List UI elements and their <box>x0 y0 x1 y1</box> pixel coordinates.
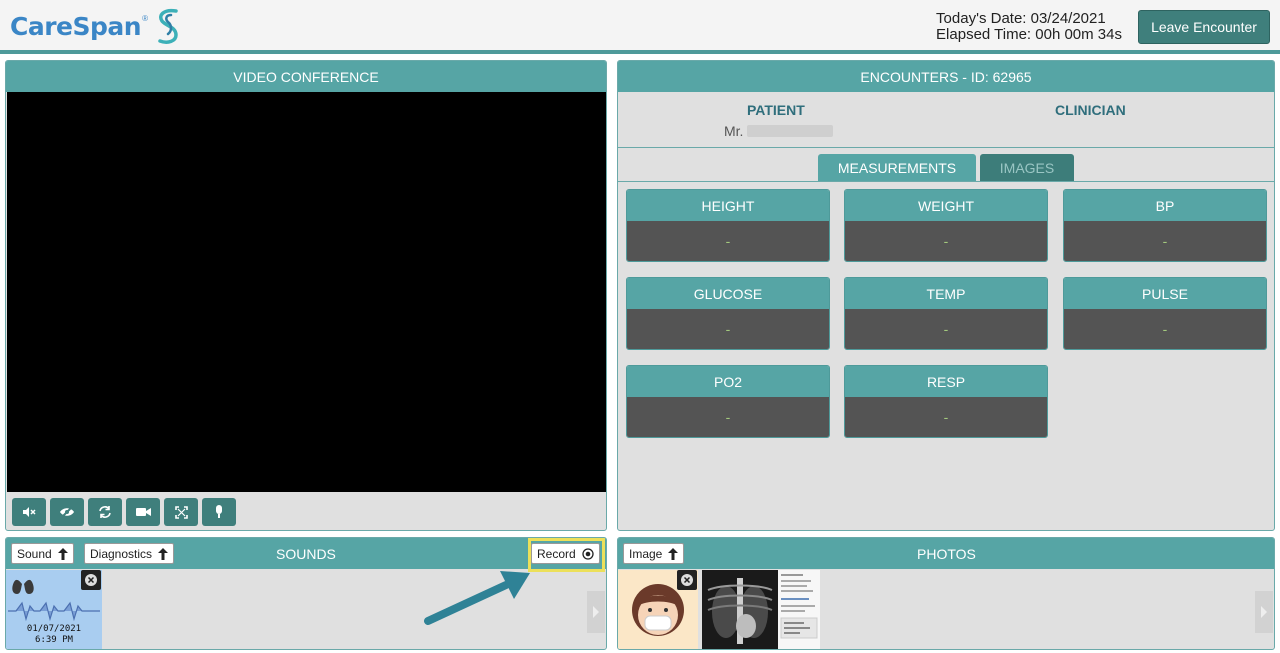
delete-photo-button[interactable] <box>677 570 697 590</box>
video-controls <box>12 498 236 526</box>
leave-encounter-button[interactable]: Leave Encounter <box>1138 10 1270 44</box>
elapsed-time: Elapsed Time: 00h 00m 34s <box>936 26 1122 43</box>
photos-header: Image PHOTOS <box>618 538 1274 569</box>
sounds-scroll-right[interactable] <box>587 591 605 633</box>
encounter-tabs: MEASUREMENTS IMAGES <box>818 154 1074 181</box>
measurement-card-temp: TEMP - <box>844 277 1048 350</box>
sound-button-label: Sound <box>17 546 52 561</box>
measurement-label: PO2 <box>627 366 829 397</box>
video-feed[interactable] <box>7 92 606 492</box>
switch-camera-button[interactable] <box>88 498 122 526</box>
close-icon <box>681 574 693 586</box>
photos-panel: Image PHOTOS <box>617 537 1275 650</box>
waveform-icon <box>8 601 100 622</box>
measurement-card-glucose: GLUCOSE - <box>626 277 830 350</box>
measurement-value: - <box>845 397 1047 437</box>
chevron-right-icon <box>593 606 599 618</box>
hide-video-icon <box>60 506 74 518</box>
patient-prefix: Mr. <box>724 123 744 139</box>
carespan-logo: CareSpan ® <box>10 6 182 46</box>
patient-label: PATIENT <box>747 102 805 118</box>
measurement-value: - <box>627 397 829 437</box>
encounter-panel-title: ENCOUNTERS - ID: 62965 <box>618 61 1274 92</box>
patient-name: Mr. <box>724 123 834 139</box>
logo-trademark: ® <box>142 13 148 23</box>
sound-thumbnail[interactable]: 01/07/2021 6:39 PM <box>6 570 102 649</box>
date-time-block: Today's Date: 03/24/2021 Elapsed Time: 0… <box>936 11 1122 43</box>
photo-thumbnail-xray[interactable] <box>702 570 818 649</box>
measurement-card-weight: WEIGHT - <box>844 189 1048 262</box>
measurement-value: - <box>627 221 829 261</box>
diagnostics-button-label: Diagnostics <box>90 546 153 561</box>
measurement-value: - <box>845 309 1047 349</box>
camera-button[interactable] <box>126 498 160 526</box>
measurement-card-bp: BP - <box>1063 189 1267 262</box>
logo-text: CareSpan <box>10 11 142 41</box>
app-header: CareSpan ® Today's Date: 03/24/2021 Elap… <box>0 0 1280 50</box>
image-upload-button[interactable]: Image <box>623 543 685 564</box>
upload-arrow-icon <box>668 547 679 560</box>
mute-button[interactable] <box>12 498 46 526</box>
encounters-panel: ENCOUNTERS - ID: 62965 PATIENT CLINICIAN… <box>617 60 1275 531</box>
upload-arrow-icon <box>158 547 169 560</box>
mic-icon <box>216 505 222 518</box>
photo-thumbnail-avatar[interactable] <box>618 570 698 649</box>
patient-clinician-row <box>618 92 1274 148</box>
measurement-label: WEIGHT <box>845 190 1047 221</box>
tab-measurements[interactable]: MEASUREMENTS <box>818 154 976 181</box>
photo-thumbnail-document[interactable] <box>778 570 820 649</box>
video-panel-title: VIDEO CONFERENCE <box>6 61 606 92</box>
mic-button[interactable] <box>202 498 236 526</box>
photos-title: PHOTOS <box>917 546 976 562</box>
measurement-value: - <box>627 309 829 349</box>
measurement-label: BP <box>1064 190 1266 221</box>
hide-video-button[interactable] <box>50 498 84 526</box>
measurement-card-pulse: PULSE - <box>1063 277 1267 350</box>
clinician-label: CLINICIAN <box>1055 102 1126 118</box>
diagnostics-upload-button[interactable]: Diagnostics <box>84 543 175 564</box>
document-image <box>778 570 820 649</box>
tab-images[interactable]: IMAGES <box>980 154 1074 181</box>
image-button-label: Image <box>629 546 663 561</box>
carespan-s-icon <box>158 8 178 44</box>
todays-date: Today's Date: 03/24/2021 <box>936 10 1106 27</box>
chevron-right-icon <box>1261 606 1267 618</box>
close-icon <box>85 574 97 586</box>
fullscreen-button[interactable] <box>164 498 198 526</box>
chest-xray-image <box>702 570 778 649</box>
measurement-label: RESP <box>845 366 1047 397</box>
sound-upload-button[interactable]: Sound <box>11 543 74 564</box>
measurement-value: - <box>1064 309 1266 349</box>
measurement-label: GLUCOSE <box>627 278 829 309</box>
measurement-card-resp: RESP - <box>844 365 1048 438</box>
sound-timestamp: 01/07/2021 6:39 PM <box>24 624 84 646</box>
redacted-patient-name <box>747 125 834 137</box>
sounds-title: SOUNDS <box>276 546 336 562</box>
tab-divider <box>618 181 1274 182</box>
video-conference-panel: VIDEO CONFERENCE <box>5 60 607 531</box>
fullscreen-icon <box>174 505 188 519</box>
upload-arrow-icon <box>57 547 68 560</box>
header-divider <box>0 50 1280 54</box>
switch-camera-icon <box>99 506 111 518</box>
mute-icon <box>23 507 36 517</box>
measurement-card-po2: PO2 - <box>626 365 830 438</box>
measurement-label: TEMP <box>845 278 1047 309</box>
photos-scroll-right[interactable] <box>1255 591 1273 633</box>
delete-sound-button[interactable] <box>81 570 101 590</box>
measurement-value: - <box>1064 221 1266 261</box>
camera-icon <box>135 508 151 516</box>
lungs-icon <box>12 576 34 594</box>
sound-time: 6:39 PM <box>35 635 73 645</box>
measurement-label: HEIGHT <box>627 190 829 221</box>
annotation-arrow <box>424 571 530 625</box>
sound-date: 01/07/2021 <box>26 624 82 634</box>
measurement-card-height: HEIGHT - <box>626 189 830 262</box>
measurement-value: - <box>845 221 1047 261</box>
measurement-label: PULSE <box>1064 278 1266 309</box>
